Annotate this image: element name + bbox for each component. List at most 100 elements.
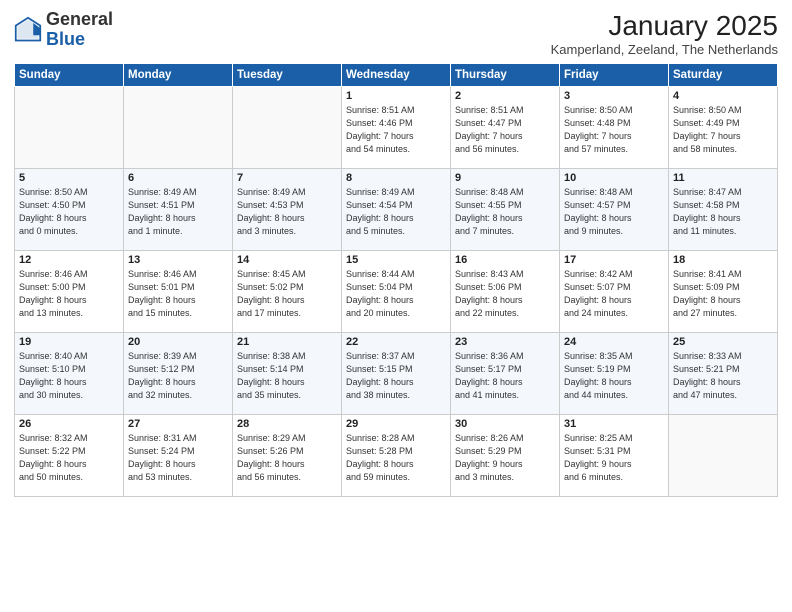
calendar-cell: 10 Sunrise: 8:48 AM Sunset: 4:57 PM Dayli… (560, 169, 669, 251)
calendar-cell: 5 Sunrise: 8:50 AM Sunset: 4:50 PM Daylig… (15, 169, 124, 251)
calendar-week-3: 12 Sunrise: 8:46 AM Sunset: 5:00 PM Dayli… (15, 251, 778, 333)
col-monday: Monday (124, 64, 233, 87)
day-number: 14 (237, 254, 337, 266)
day-info: Sunrise: 8:51 AM Sunset: 4:46 PM Dayligh… (346, 104, 446, 156)
day-info: Sunrise: 8:50 AM Sunset: 4:50 PM Dayligh… (19, 186, 119, 238)
day-info: Sunrise: 8:36 AM Sunset: 5:17 PM Dayligh… (455, 350, 555, 402)
col-wednesday: Wednesday (342, 64, 451, 87)
calendar-week-1: 1 Sunrise: 8:51 AM Sunset: 4:46 PM Daylig… (15, 87, 778, 169)
calendar-cell: 11 Sunrise: 8:47 AM Sunset: 4:58 PM Dayli… (669, 169, 778, 251)
day-info: Sunrise: 8:40 AM Sunset: 5:10 PM Dayligh… (19, 350, 119, 402)
day-info: Sunrise: 8:43 AM Sunset: 5:06 PM Dayligh… (455, 268, 555, 320)
calendar-cell: 28 Sunrise: 8:29 AM Sunset: 5:26 PM Dayli… (233, 415, 342, 497)
title-block: January 2025 Kamperland, Zeeland, The Ne… (551, 10, 778, 57)
day-info: Sunrise: 8:51 AM Sunset: 4:47 PM Dayligh… (455, 104, 555, 156)
calendar-cell: 25Sunrise: 8:33 AM Sunset: 5:21 PM Dayli… (669, 333, 778, 415)
day-number: 7 (237, 172, 337, 184)
day-info: Sunrise: 8:44 AM Sunset: 5:04 PM Dayligh… (346, 268, 446, 320)
calendar-week-5: 26 Sunrise: 8:32 AM Sunset: 5:22 PM Dayli… (15, 415, 778, 497)
day-number: 21 (237, 336, 337, 348)
calendar-cell: 14 Sunrise: 8:45 AM Sunset: 5:02 PM Dayli… (233, 251, 342, 333)
day-info: Sunrise: 8:49 AM Sunset: 4:54 PM Dayligh… (346, 186, 446, 238)
day-number: 19 (19, 336, 119, 348)
calendar-cell: 7 Sunrise: 8:49 AM Sunset: 4:53 PM Daylig… (233, 169, 342, 251)
day-number: 3 (564, 90, 664, 102)
day-number: 12 (19, 254, 119, 266)
day-number: 2 (455, 90, 555, 102)
day-number: 1 (346, 90, 446, 102)
calendar-cell: 12 Sunrise: 8:46 AM Sunset: 5:00 PM Dayli… (15, 251, 124, 333)
day-info: Sunrise: 8:50 AM Sunset: 4:49 PM Dayligh… (673, 104, 773, 156)
calendar-cell (233, 87, 342, 169)
day-number: 26 (19, 418, 119, 430)
calendar-table: Sunday Monday Tuesday Wednesday Thursday… (14, 63, 778, 497)
day-number: 10 (564, 172, 664, 184)
day-number: 17 (564, 254, 664, 266)
calendar-cell: 9Sunrise: 8:48 AM Sunset: 4:55 PM Daylig… (451, 169, 560, 251)
calendar-cell: 19 Sunrise: 8:40 AM Sunset: 5:10 PM Dayli… (15, 333, 124, 415)
day-info: Sunrise: 8:42 AM Sunset: 5:07 PM Dayligh… (564, 268, 664, 320)
day-info: Sunrise: 8:41 AM Sunset: 5:09 PM Dayligh… (673, 268, 773, 320)
day-number: 23 (455, 336, 555, 348)
calendar-cell: 18 Sunrise: 8:41 AM Sunset: 5:09 PM Dayli… (669, 251, 778, 333)
calendar-cell: 6 Sunrise: 8:49 AM Sunset: 4:51 PM Daylig… (124, 169, 233, 251)
calendar-cell: 24Sunrise: 8:35 AM Sunset: 5:19 PM Dayli… (560, 333, 669, 415)
day-number: 6 (128, 172, 228, 184)
calendar-cell: 4 Sunrise: 8:50 AM Sunset: 4:49 PM Daylig… (669, 87, 778, 169)
day-info: Sunrise: 8:25 AM Sunset: 5:31 PM Dayligh… (564, 432, 664, 484)
calendar-cell: 8 Sunrise: 8:49 AM Sunset: 4:54 PM Daylig… (342, 169, 451, 251)
day-number: 13 (128, 254, 228, 266)
day-info: Sunrise: 8:37 AM Sunset: 5:15 PM Dayligh… (346, 350, 446, 402)
day-number: 5 (19, 172, 119, 184)
day-info: Sunrise: 8:45 AM Sunset: 5:02 PM Dayligh… (237, 268, 337, 320)
day-info: Sunrise: 8:49 AM Sunset: 4:51 PM Dayligh… (128, 186, 228, 238)
calendar-cell (124, 87, 233, 169)
col-sunday: Sunday (15, 64, 124, 87)
calendar-cell: 26 Sunrise: 8:32 AM Sunset: 5:22 PM Dayli… (15, 415, 124, 497)
calendar-week-4: 19 Sunrise: 8:40 AM Sunset: 5:10 PM Dayli… (15, 333, 778, 415)
day-info: Sunrise: 8:46 AM Sunset: 5:00 PM Dayligh… (19, 268, 119, 320)
day-number: 29 (346, 418, 446, 430)
calendar-cell: 17 Sunrise: 8:42 AM Sunset: 5:07 PM Dayli… (560, 251, 669, 333)
col-saturday: Saturday (669, 64, 778, 87)
col-thursday: Thursday (451, 64, 560, 87)
day-info: Sunrise: 8:39 AM Sunset: 5:12 PM Dayligh… (128, 350, 228, 402)
day-number: 16 (455, 254, 555, 266)
day-info: Sunrise: 8:35 AM Sunset: 5:19 PM Dayligh… (564, 350, 664, 402)
day-number: 8 (346, 172, 446, 184)
calendar-cell: 27Sunrise: 8:31 AM Sunset: 5:24 PM Dayli… (124, 415, 233, 497)
day-number: 18 (673, 254, 773, 266)
day-info: Sunrise: 8:46 AM Sunset: 5:01 PM Dayligh… (128, 268, 228, 320)
day-info: Sunrise: 8:32 AM Sunset: 5:22 PM Dayligh… (19, 432, 119, 484)
day-number: 31 (564, 418, 664, 430)
day-number: 22 (346, 336, 446, 348)
day-number: 4 (673, 90, 773, 102)
calendar-cell: 31 Sunrise: 8:25 AM Sunset: 5:31 PM Dayli… (560, 415, 669, 497)
day-info: Sunrise: 8:49 AM Sunset: 4:53 PM Dayligh… (237, 186, 337, 238)
logo-general: General (46, 9, 113, 29)
day-info: Sunrise: 8:48 AM Sunset: 4:57 PM Dayligh… (564, 186, 664, 238)
calendar-cell: 20 Sunrise: 8:39 AM Sunset: 5:12 PM Dayli… (124, 333, 233, 415)
day-info: Sunrise: 8:47 AM Sunset: 4:58 PM Dayligh… (673, 186, 773, 238)
col-tuesday: Tuesday (233, 64, 342, 87)
col-friday: Friday (560, 64, 669, 87)
page-container: General Blue January 2025 Kamperland, Ze… (0, 0, 792, 612)
day-info: Sunrise: 8:29 AM Sunset: 5:26 PM Dayligh… (237, 432, 337, 484)
day-info: Sunrise: 8:31 AM Sunset: 5:24 PM Dayligh… (128, 432, 228, 484)
calendar-cell: 13 Sunrise: 8:46 AM Sunset: 5:01 PM Dayli… (124, 251, 233, 333)
day-number: 20 (128, 336, 228, 348)
day-info: Sunrise: 8:50 AM Sunset: 4:48 PM Dayligh… (564, 104, 664, 156)
calendar-cell (15, 87, 124, 169)
calendar-header-row: Sunday Monday Tuesday Wednesday Thursday… (15, 64, 778, 87)
day-number: 11 (673, 172, 773, 184)
day-info: Sunrise: 8:33 AM Sunset: 5:21 PM Dayligh… (673, 350, 773, 402)
day-number: 9 (455, 172, 555, 184)
calendar-cell: 2 Sunrise: 8:51 AM Sunset: 4:47 PM Daylig… (451, 87, 560, 169)
day-number: 28 (237, 418, 337, 430)
day-info: Sunrise: 8:26 AM Sunset: 5:29 PM Dayligh… (455, 432, 555, 484)
logo-icon (14, 16, 42, 44)
day-number: 15 (346, 254, 446, 266)
calendar-cell: 30Sunrise: 8:26 AM Sunset: 5:29 PM Dayli… (451, 415, 560, 497)
calendar-cell: 22 Sunrise: 8:37 AM Sunset: 5:15 PM Dayli… (342, 333, 451, 415)
calendar-cell: 3 Sunrise: 8:50 AM Sunset: 4:48 PM Daylig… (560, 87, 669, 169)
